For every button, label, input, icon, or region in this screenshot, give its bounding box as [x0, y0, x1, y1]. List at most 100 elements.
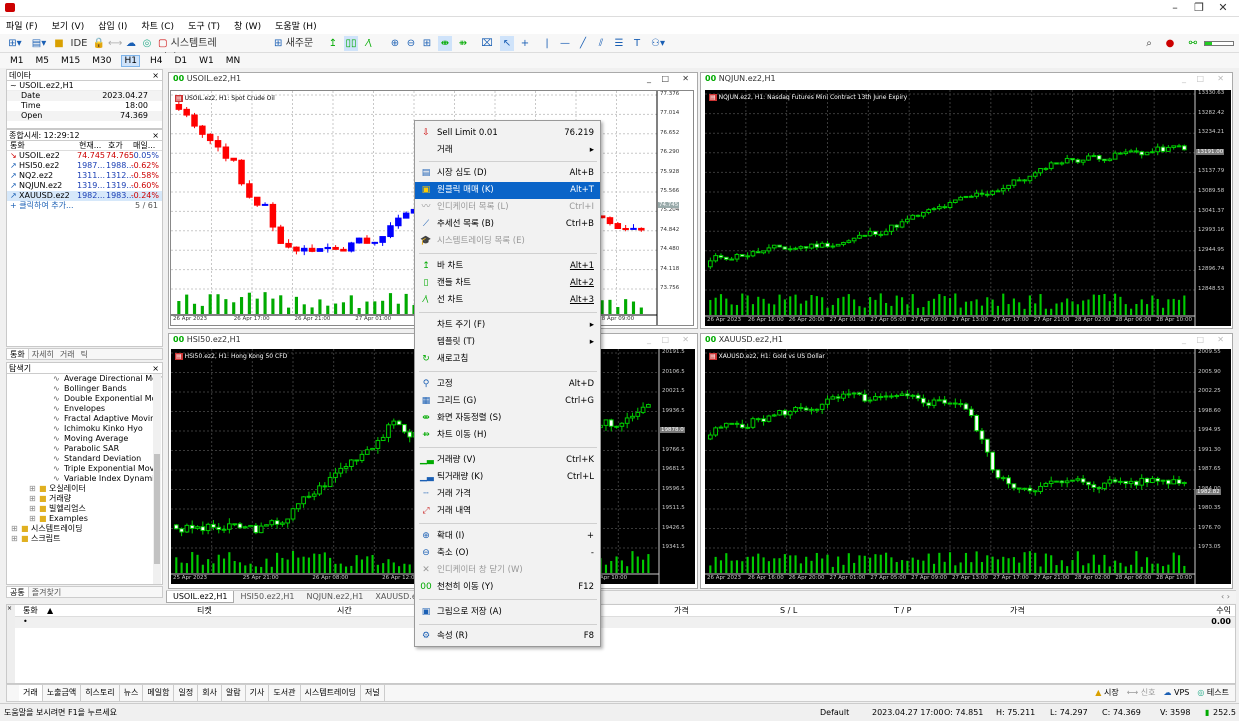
tf-m5[interactable]: M5 [34, 56, 52, 66]
shapes-icon[interactable]: ⚇▾ [648, 36, 668, 51]
menu-one-click[interactable]: ▣ 원클릭 매매 (K) Alt+T [415, 182, 600, 199]
crosshair-icon[interactable]: + [518, 36, 532, 51]
close-icon[interactable]: ✕ [682, 73, 689, 85]
navigator-indicator[interactable]: ∿ Moving Average [7, 434, 162, 444]
tf-m15[interactable]: M15 [59, 56, 82, 66]
menu-bar-chart[interactable]: ↥ 바 차트 Alt+1 [415, 258, 600, 275]
navigator-indicator[interactable]: ∿ Variable Index Dynamic [7, 474, 162, 484]
menu-save-picture[interactable]: ▣ 그림으로 저장 (A) [415, 604, 600, 621]
navigator-indicator[interactable]: ∿ Average Directional Mov [7, 374, 162, 384]
menu-step-by-step[interactable]: 00 천천히 이동 (Y) F12 [415, 579, 600, 596]
horizontal-line-icon[interactable]: — [558, 36, 572, 51]
toolbox-tab[interactable]: 히스토리 [81, 685, 120, 701]
tab-favorites[interactable]: 즐겨찾기 [29, 587, 64, 597]
toolbox-tab[interactable]: 거래 [19, 685, 43, 701]
menu-refresh[interactable]: ↻ 새로고침 [415, 351, 600, 368]
tf-m1[interactable]: M1 [8, 56, 26, 66]
vps-icon[interactable]: ☁ [124, 36, 138, 51]
new-order-button[interactable]: ⊞ 새주문 [274, 36, 318, 51]
close-icon[interactable]: × [152, 130, 159, 141]
one-click-panel-icon[interactable]: ▤ [709, 353, 717, 360]
menu-candle-chart[interactable]: ▯ 캔들 차트 Alt+2 [415, 275, 600, 292]
tf-h1[interactable]: H1 [121, 54, 140, 67]
toolbox-tab[interactable]: 회사 [198, 685, 222, 701]
tab-chart-hsi50[interactable]: HSI50.ez2,H1 [234, 591, 300, 603]
symbol-row[interactable]: ↗ XAUUSD.ez2 1982... 1983... -0.24% [7, 191, 162, 201]
candle-chart-icon[interactable]: ▯▯ [344, 36, 358, 51]
close-icon[interactable]: × [152, 363, 159, 374]
minimize-icon[interactable]: _ [647, 334, 651, 346]
symbol-row[interactable]: ↗ NQ2.ez2 1311... 1312... -0.58% [7, 171, 162, 181]
navigator-folder[interactable]: ⊞ ■ 거래량 [7, 494, 162, 504]
menu-trade-history[interactable]: ⤢ 거래 내역 [415, 503, 600, 520]
minimize-icon[interactable]: – [1164, 1, 1186, 14]
menu-grid[interactable]: ▦ 그리드 (G) Ctrl+G [415, 393, 600, 410]
toolbox-tab[interactable]: 시스템트레이딩 [301, 685, 362, 701]
chart-plot-nqjun[interactable]: 13330.6313282.4213234.2113185.9913137.79… [705, 90, 1231, 326]
menu-depth[interactable]: ▤ 시장 심도 (D) Alt+B [415, 165, 600, 182]
toolbox-tab[interactable]: 노출금액 [43, 685, 82, 701]
signal-icon[interactable]: ⟷ [108, 36, 122, 51]
ide-button[interactable]: IDE [70, 36, 88, 51]
tf-h4[interactable]: H4 [148, 56, 165, 66]
toolbox-tab[interactable]: 뉴스 [120, 685, 144, 701]
vps-tab[interactable]: ☁ VPS [1163, 685, 1189, 701]
menu-view[interactable]: 보기 (V) [52, 19, 85, 32]
tester-icon[interactable]: ◎ [140, 36, 154, 51]
menu-line-chart[interactable]: ⁄\ 선 차트 Alt+3 [415, 292, 600, 309]
tab-scroll-icon[interactable]: ‹ › [1221, 591, 1230, 603]
menu-window[interactable]: 창 (W) [234, 19, 261, 32]
navigator-folder[interactable]: ⊞ ■ Examples [7, 514, 162, 524]
status-profile[interactable]: Default [820, 704, 849, 721]
toolbox-tab[interactable]: 저널 [361, 685, 385, 701]
navigator-indicator[interactable]: ∿ Bollinger Bands [7, 384, 162, 394]
menu-trade-levels[interactable]: ┄ 거래 가격 [415, 486, 600, 503]
balance-row[interactable]: • 0.00 [7, 617, 1235, 628]
chart-shift-icon[interactable]: ⇻ [456, 36, 470, 51]
minimize-icon[interactable]: _ [1182, 334, 1186, 346]
symbol-row[interactable]: ↗ HSI50.ez2 1987... 1988... -0.62% [7, 161, 162, 171]
trendline-icon[interactable]: ╱ [576, 36, 590, 51]
close-icon[interactable]: ✕ [1212, 1, 1234, 14]
navigator-indicator[interactable]: ∿ Ichimoku Kinko Hyo [7, 424, 162, 434]
chart-plot-xauusd[interactable]: 2009.55 2005.90 2002.25 1998.60 1994.95 1991.… [705, 349, 1231, 584]
close-icon[interactable]: × [152, 70, 159, 81]
vertical-line-icon[interactable]: | [540, 36, 554, 51]
menu-properties[interactable]: ⚙ 속성 (R) F8 [415, 628, 600, 645]
navigator-indicator[interactable]: ∿ Parabolic SAR [7, 444, 162, 454]
lock-icon[interactable]: 🔒 [92, 36, 106, 51]
cursor-icon[interactable]: ↖ [500, 36, 514, 51]
new-chart-icon[interactable]: ⊞▾ [4, 36, 26, 51]
tab-ticks[interactable]: 틱 [78, 349, 91, 359]
tab-symbols[interactable]: 통화 [7, 349, 29, 359]
algo-trading-button[interactable]: ▢ 시스템트레이딩 [158, 36, 218, 64]
signals-tab[interactable]: ⟷ 신호 [1127, 685, 1156, 701]
toolbox-tab[interactable]: 기사 [246, 685, 270, 701]
menu-charts[interactable]: 차트 (C) [141, 19, 174, 32]
tester-tab[interactable]: ◎ 테스트 [1197, 685, 1229, 701]
navigator-indicator[interactable]: ∿ Fractal Adaptive Moving [7, 414, 162, 424]
navigator-folder[interactable]: ⊞ ■ 오실레이터 [7, 484, 162, 494]
menu-objects-list[interactable]: ⟋ 추세선 목록 (B) Ctrl+B [415, 216, 600, 233]
navigator-root[interactable]: ⊞ ■ 시스템트레이딩 [7, 524, 162, 534]
tile-windows-icon[interactable]: ⊞ [420, 36, 434, 51]
tf-mn[interactable]: MN [224, 56, 243, 66]
menu-fixed[interactable]: ⚲ 고정 Alt+D [415, 376, 600, 393]
autoscroll-icon[interactable]: ⇼ [438, 36, 452, 51]
market-tab[interactable]: ▲ 시장 [1095, 685, 1118, 701]
menu-volumes[interactable]: ▁▃ 거래량 (V) Ctrl+K [415, 452, 600, 469]
tab-chart-usoil[interactable]: USOIL.ez2,H1 [166, 591, 235, 603]
tab-details[interactable]: 자세히 [29, 349, 57, 359]
navigator-scrollbar[interactable] [153, 374, 161, 584]
minimize-icon[interactable]: _ [647, 73, 651, 85]
navigator-indicator[interactable]: ∿ Envelopes [7, 404, 162, 414]
restore-icon[interactable]: ❐ [1188, 1, 1210, 14]
menu-insert[interactable]: 삽입 (I) [98, 19, 127, 32]
menu-file[interactable]: 파일 (F) [6, 19, 38, 32]
tf-m30[interactable]: M30 [90, 56, 113, 66]
toolbox-close-icon[interactable]: × [7, 605, 15, 683]
tab-chart-nqjun[interactable]: NQJUN.ez2,H1 [301, 591, 370, 603]
add-symbol-row[interactable]: + 클릭하여 추가... 5 / 61 [7, 201, 162, 211]
menu-trading[interactable]: 거래 ▸ [415, 142, 600, 159]
text-icon[interactable]: T [630, 36, 644, 51]
